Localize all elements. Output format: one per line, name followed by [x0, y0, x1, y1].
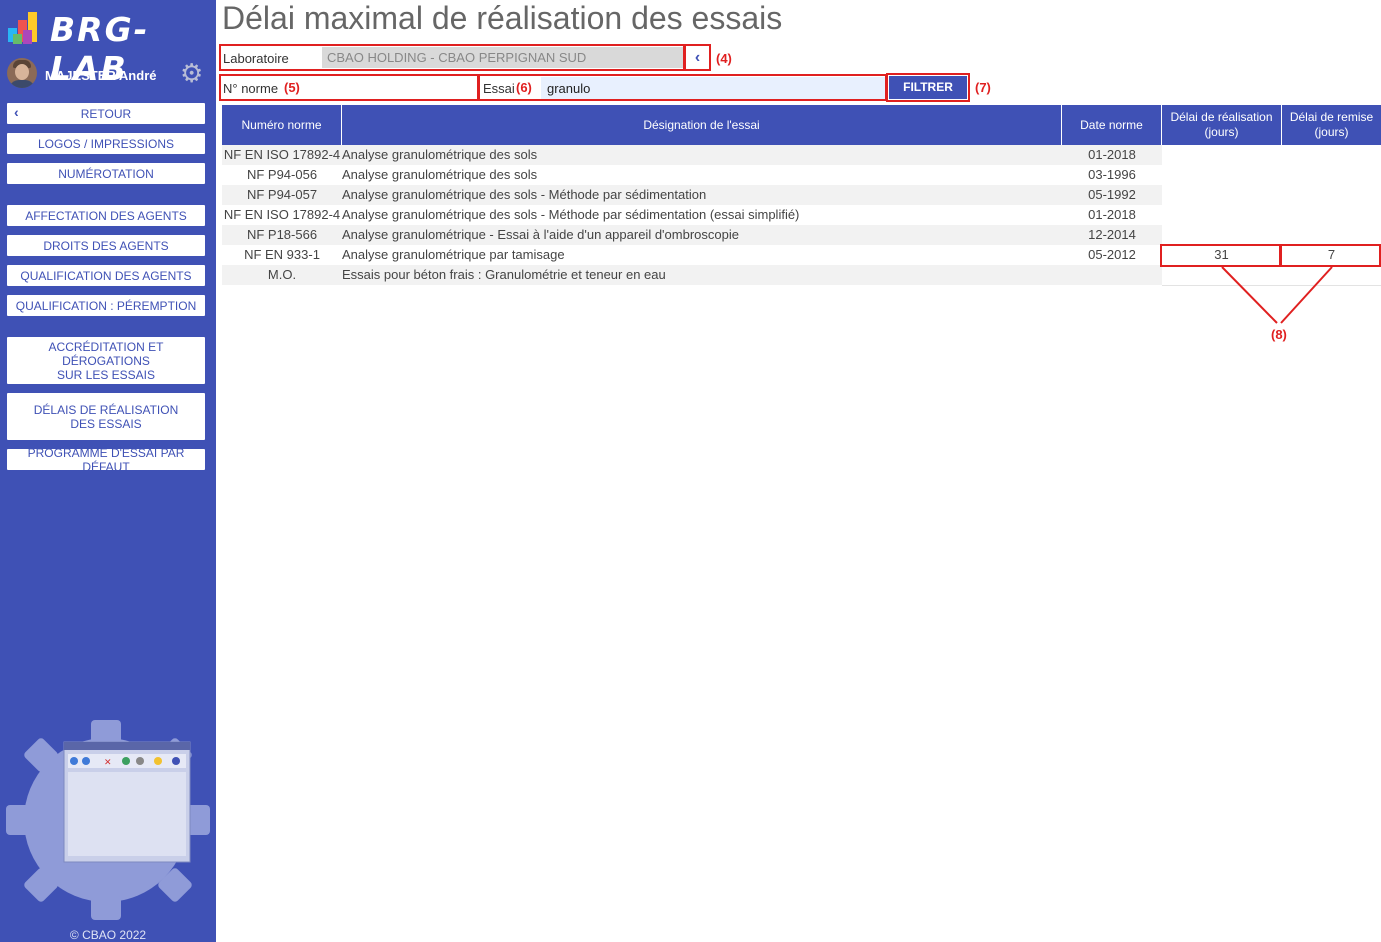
logos-impressions-button[interactable]: LOGOS / IMPRESSIONS — [7, 133, 205, 154]
delais-label-line2: DES ESSAIS — [70, 416, 142, 431]
cell-date: 01-2018 — [1088, 207, 1136, 222]
accreditation-derogations-button[interactable]: ACCRÉDITATION ET DÉROGATIONS SUR LES ESSA… — [7, 337, 205, 384]
column-header-designation[interactable]: Désignation de l'essai — [342, 105, 1061, 145]
accreditation-label-line1: ACCRÉDITATION ET DÉROGATIONS — [48, 339, 164, 368]
cell-numero: M.O. — [267, 267, 297, 282]
column-header-numero[interactable]: Numéro norme — [222, 105, 341, 145]
annotation-4: (4) — [716, 51, 732, 66]
copyright: © CBAO 2022 — [69, 928, 147, 942]
table-row[interactable]: NF EN ISO 17892-4 Analyse granulométriqu… — [222, 205, 1162, 225]
user-info: MAJESTER André ⚙ — [7, 58, 207, 90]
avatar[interactable] — [7, 58, 37, 88]
essai-input[interactable] — [541, 77, 885, 99]
droits-agents-button[interactable]: DROITS DES AGENTS — [7, 235, 205, 256]
numerotation-button[interactable]: NUMÉROTATION — [7, 163, 205, 184]
cell-designation: Analyse granulométrique par tamisage — [342, 247, 565, 262]
column-header-delai-remise[interactable]: Délai de remise (jours) — [1282, 105, 1381, 145]
cell-designation: Analyse granulométrique - Essai à l'aide… — [342, 227, 739, 242]
cell-numero: NF P94-056 — [246, 167, 318, 182]
cell-designation: Analyse granulométrique des sols - Métho… — [342, 187, 707, 202]
cell-delai-remise[interactable]: 7 — [1282, 245, 1381, 265]
remise-header-text: Délai de remise (jours) — [1290, 110, 1373, 140]
table-row[interactable]: NF P94-057 Analyse granulométrique des s… — [222, 185, 1162, 205]
page-title: Délai maximal de réalisation des essais — [222, 0, 783, 36]
annotation-6: (6) — [516, 80, 532, 95]
back-button-label: RETOUR — [80, 106, 132, 121]
app-logo: BRG-LAB — [6, 6, 211, 88]
essai-label: Essai — [483, 81, 515, 96]
table-row[interactable]: NF P18-566 Analyse granulométrique - Ess… — [222, 225, 1162, 245]
svg-text:✕: ✕ — [104, 758, 112, 768]
cell-designation: Essais pour béton frais : Granulométrie … — [342, 267, 666, 282]
logos-impressions-label: LOGOS / IMPRESSIONS — [37, 136, 175, 151]
affectation-agents-label: AFFECTATION DES AGENTS — [25, 208, 187, 223]
column-header-delai-realisation[interactable]: Délai de réalisation (jours) — [1162, 105, 1281, 145]
droits-agents-label: DROITS DES AGENTS — [43, 238, 169, 253]
qualification-peremption-button[interactable]: QUALIFICATION : PÉREMPTION — [7, 295, 205, 316]
logo-icon — [8, 12, 37, 44]
back-button[interactable]: ‹ RETOUR — [7, 103, 205, 124]
cell-delai-realisation[interactable]: 31 — [1162, 245, 1281, 265]
remise-header-line2: (jours) — [1314, 125, 1349, 139]
user-name: MAJESTER André — [45, 68, 157, 83]
qualification-agents-label: QUALIFICATION DES AGENTS — [20, 268, 192, 283]
filter-button[interactable]: FILTRER — [889, 76, 967, 99]
cell-designation: Analyse granulométrique des sols — [342, 147, 538, 162]
table-row[interactable]: NF EN 933-1 Analyse granulométrique par … — [222, 245, 1162, 265]
table-row[interactable]: NF EN ISO 17892-4 Analyse granulométriqu… — [222, 145, 1162, 165]
column-header-date[interactable]: Date norme — [1062, 105, 1161, 145]
cell-numero: NF EN ISO 17892-4 — [223, 207, 341, 222]
delai-header-text: Délai de réalisation (jours) — [1170, 110, 1272, 140]
cell-date: 05-2012 — [1088, 247, 1136, 262]
cell-numero: NF EN ISO 17892-4 — [223, 147, 341, 162]
numerotation-label: NUMÉROTATION — [58, 166, 154, 181]
delais-label: DÉLAIS DE RÉALISATION DES ESSAIS — [34, 403, 179, 431]
programme-essai-label: PROGRAMME D'ESSAI PAR DÉFAUT — [27, 445, 185, 474]
cell-numero: NF P18-566 — [246, 227, 318, 242]
chevron-left-icon[interactable]: ‹ — [686, 46, 709, 69]
laboratoire-field: CBAO HOLDING - CBAO PERPIGNAN SUD — [322, 47, 683, 68]
delai-header-line2: (jours) — [1204, 125, 1239, 139]
affectation-agents-button[interactable]: AFFECTATION DES AGENTS — [7, 205, 205, 226]
qualification-agents-button[interactable]: QUALIFICATION DES AGENTS — [7, 265, 205, 286]
annotation-arrows — [1221, 266, 1333, 324]
cell-date: 05-1992 — [1088, 187, 1136, 202]
laboratoire-label: Laboratoire — [223, 51, 289, 66]
accreditation-label-line2: SUR LES ESSAIS — [56, 367, 156, 382]
cell-date: 03-1996 — [1088, 167, 1136, 182]
sidebar: BRG-LAB MAJESTER André ⚙ ‹ RETOUR LOGOS … — [0, 0, 216, 942]
annotation-5: (5) — [284, 80, 300, 95]
annotation-7: (7) — [975, 80, 991, 95]
delais-label-line1: DÉLAIS DE RÉALISATION — [33, 402, 179, 417]
cell-designation: Analyse granulométrique des sols — [342, 167, 538, 182]
qualification-peremption-label: QUALIFICATION : PÉREMPTION — [15, 298, 197, 313]
gear-window-illustration: ✕ — [6, 720, 210, 920]
table-row[interactable]: M.O. Essais pour béton frais : Granulomé… — [222, 265, 1162, 285]
accreditation-label: ACCRÉDITATION ET DÉROGATIONS SUR LES ESSA… — [7, 340, 205, 382]
delai-header-line1: Délai de réalisation — [1170, 110, 1273, 124]
delais-realisation-button[interactable]: DÉLAIS DE RÉALISATION DES ESSAIS — [7, 393, 205, 440]
remise-header-line1: Délai de remise — [1289, 110, 1374, 124]
cell-date: 12-2014 — [1088, 227, 1136, 242]
table-row[interactable]: NF P94-056 Analyse granulométrique des s… — [222, 165, 1162, 185]
cell-numero: NF P94-057 — [246, 187, 318, 202]
gear-icon[interactable]: ⚙ — [180, 60, 203, 86]
cell-date: 01-2018 — [1088, 147, 1136, 162]
norme-label: N° norme — [223, 81, 279, 96]
cell-designation: Analyse granulométrique des sols - Métho… — [342, 207, 800, 222]
programme-essai-button[interactable]: PROGRAMME D'ESSAI PAR DÉFAUT — [7, 446, 205, 474]
annotation-8: (8) — [1271, 327, 1287, 342]
cell-numero: NF EN 933-1 — [244, 247, 320, 262]
chevron-left-icon: ‹ — [14, 104, 19, 120]
